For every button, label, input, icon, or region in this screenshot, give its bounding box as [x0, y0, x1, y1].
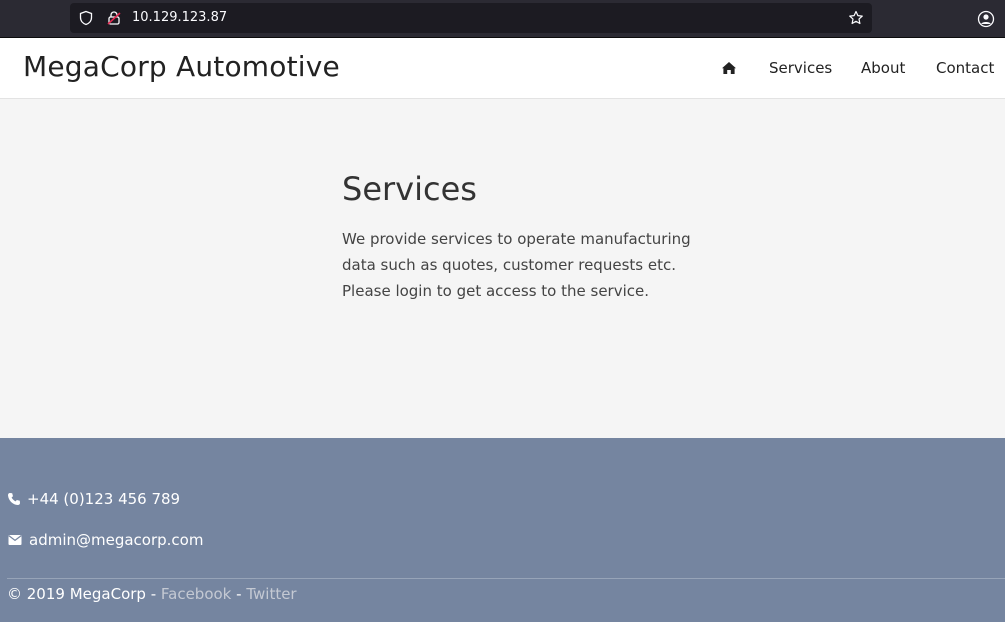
page-title: Services — [342, 170, 477, 208]
star-icon[interactable] — [848, 10, 864, 26]
browser-toolbar: 10.129.123.87 — [0, 0, 1005, 38]
site-footer: +44 (0)123 456 789 admin@megacorp.com © … — [0, 438, 1005, 622]
link-separator: - — [231, 585, 247, 603]
home-icon[interactable] — [721, 60, 737, 76]
main-content: Services We provide services to operate … — [342, 170, 702, 304]
phone-number: +44 (0)123 456 789 — [27, 490, 181, 508]
account-icon[interactable] — [977, 10, 995, 28]
address-bar[interactable]: 10.129.123.87 — [70, 3, 872, 33]
twitter-link[interactable]: Twitter — [246, 585, 296, 603]
envelope-icon — [8, 535, 22, 545]
nav-services-link[interactable]: Services — [769, 59, 832, 77]
phone-icon — [8, 493, 20, 505]
copyright-text: © 2019 MegaCorp - — [7, 585, 161, 603]
footer-copyright-row: © 2019 MegaCorp - Facebook - Twitter — [7, 585, 297, 603]
lock-icon[interactable] — [106, 10, 122, 26]
brand-title[interactable]: MegaCorp Automotive — [23, 50, 340, 83]
shield-icon[interactable] — [78, 10, 94, 26]
nav-about-link[interactable]: About — [861, 59, 905, 77]
nav-contact-link[interactable]: Contact — [936, 59, 994, 77]
url-text[interactable]: 10.129.123.87 — [132, 3, 227, 33]
page-description: We provide services to operate manufactu… — [342, 230, 691, 300]
footer-phone: +44 (0)123 456 789 — [7, 490, 180, 508]
site-header: MegaCorp Automotive Services About Conta… — [0, 38, 1005, 99]
footer-email: admin@megacorp.com — [7, 531, 203, 549]
facebook-link[interactable]: Facebook — [161, 585, 231, 603]
footer-divider — [7, 578, 1005, 579]
email-address: admin@megacorp.com — [29, 531, 204, 549]
